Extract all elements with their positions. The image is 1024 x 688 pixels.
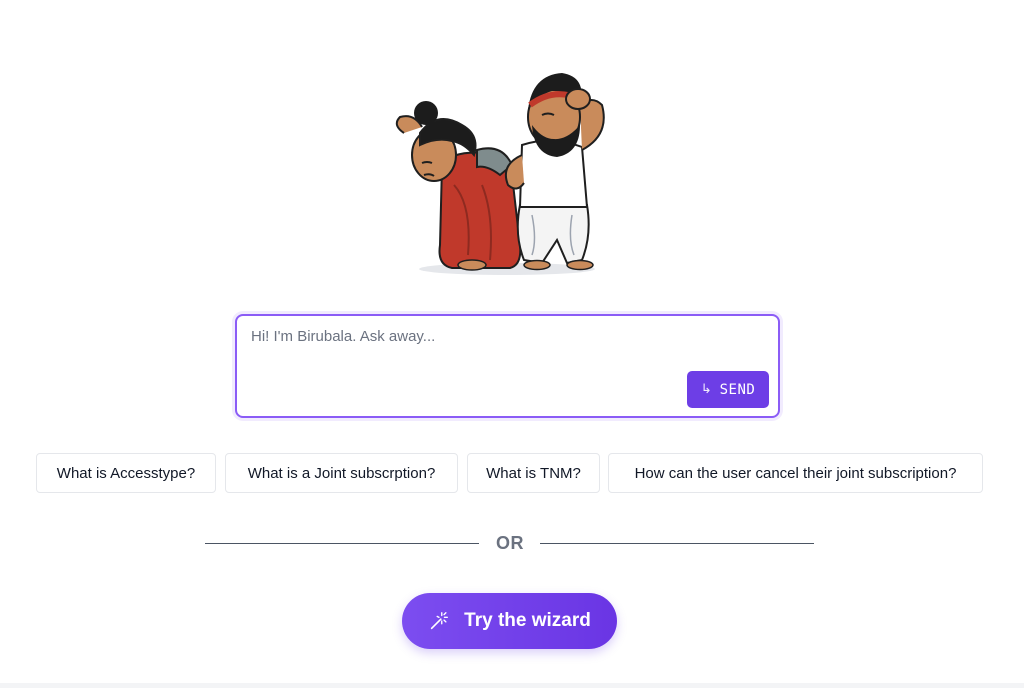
send-button-label: SEND [719, 381, 756, 398]
divider-right [540, 543, 814, 544]
suggestion-chip-cancel-joint[interactable]: How can the user cancel their joint subs… [608, 453, 983, 493]
try-wizard-button[interactable]: Try the wizard [402, 593, 617, 649]
chat-input[interactable] [251, 328, 691, 352]
try-wizard-label: Try the wizard [464, 610, 591, 631]
suggestion-chip-joint-subscription[interactable]: What is a Joint subscrption? [225, 453, 458, 493]
mascot-illustration [395, 73, 605, 275]
suggestion-chip-tnm[interactable]: What is TNM? [467, 453, 600, 493]
magic-wand-icon [430, 612, 449, 630]
divider-left [205, 543, 479, 544]
page: ↳ SEND What is Accesstype? What is a Joi… [0, 0, 1024, 688]
send-button[interactable]: ↳ SEND [687, 371, 769, 408]
or-divider-label: OR [496, 533, 524, 553]
return-arrow-icon: ↳ [700, 382, 712, 397]
chat-input-container[interactable]: ↳ SEND [235, 314, 780, 418]
suggestion-chip-accesstype[interactable]: What is Accesstype? [36, 453, 216, 493]
bottom-strip [0, 683, 1024, 688]
